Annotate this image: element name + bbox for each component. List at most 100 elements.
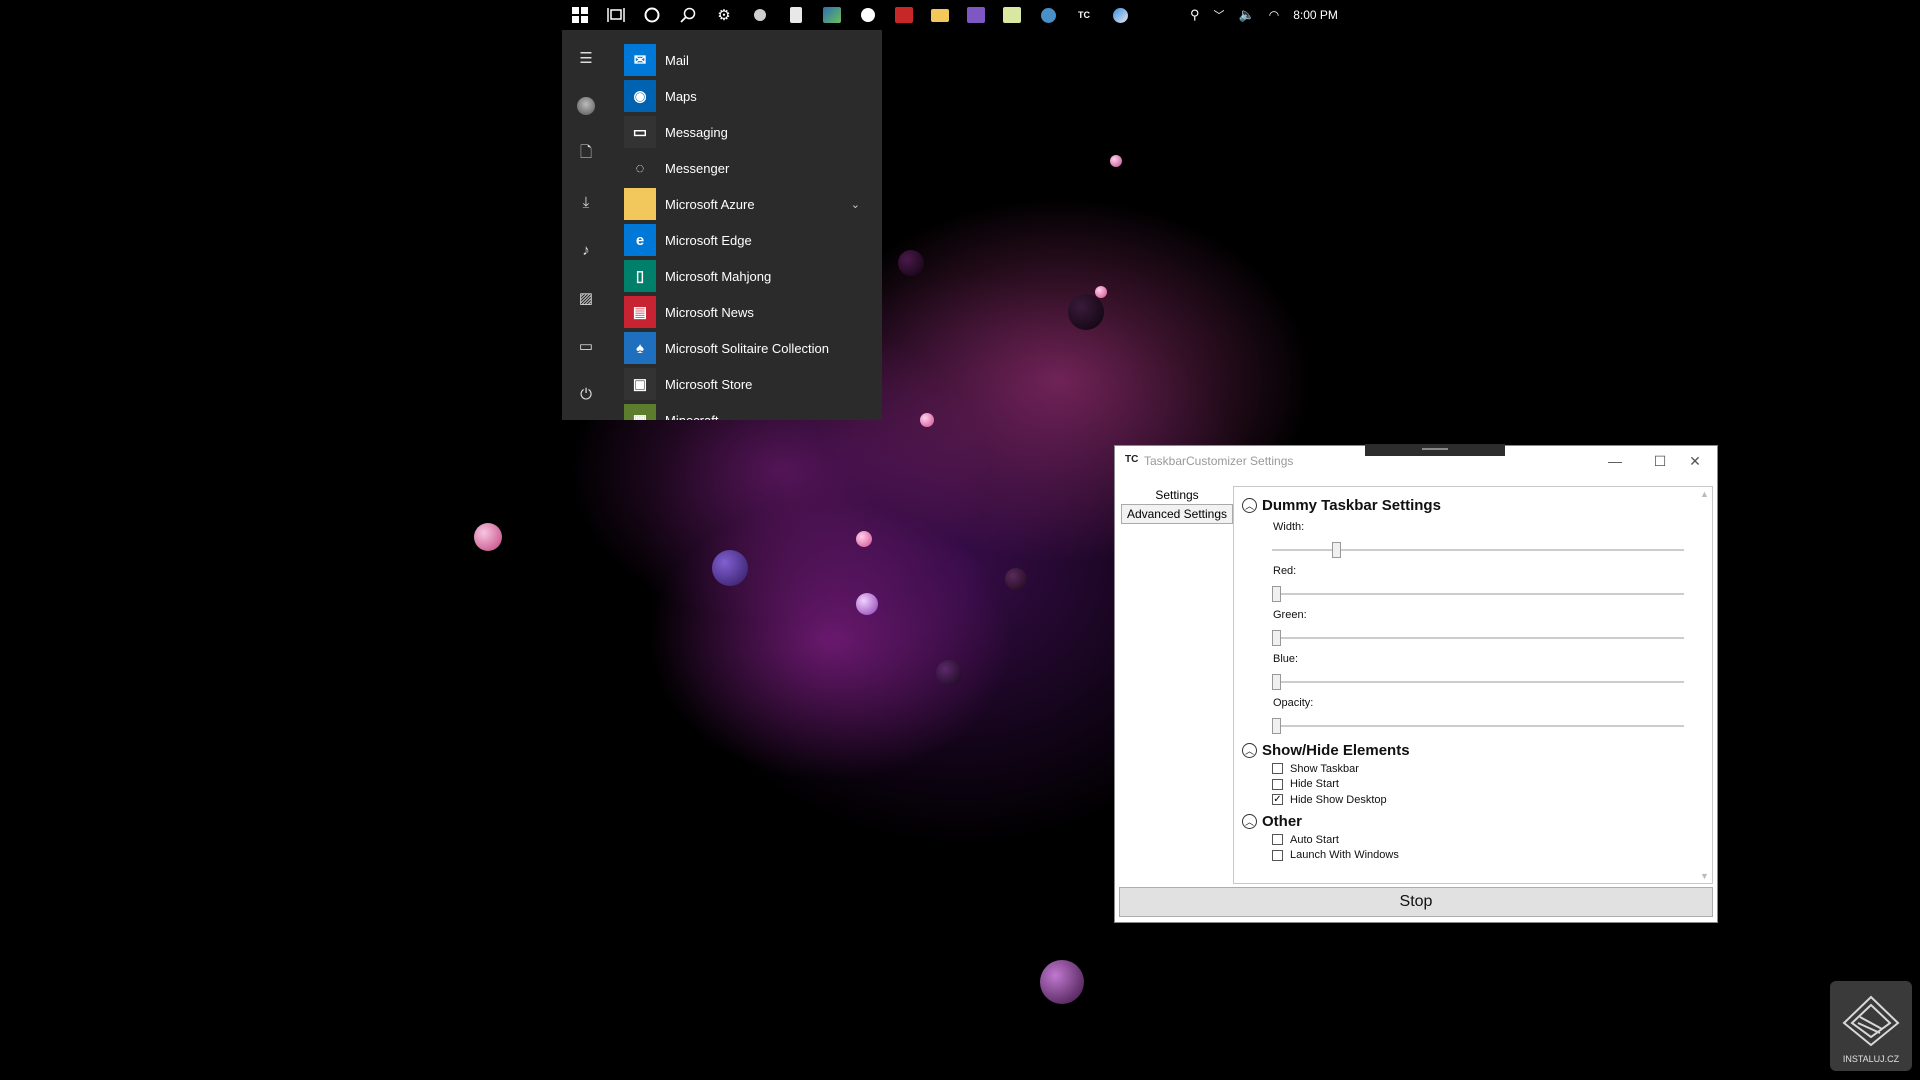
chevron-down-icon[interactable]: ⌄ <box>851 198 860 211</box>
slider-track[interactable] <box>1272 681 1684 683</box>
slider-label: Opacity: <box>1273 697 1314 709</box>
task-view-icon[interactable] <box>598 0 634 30</box>
minimize-button[interactable]: — <box>1595 450 1635 472</box>
start-app-item[interactable]: ▣ Microsoft Store <box>624 366 874 402</box>
app-tile-icon: ▯ <box>624 260 656 292</box>
app-tile-icon: ♠ <box>624 332 656 364</box>
slider[interactable] <box>1272 585 1684 603</box>
volume-icon[interactable]: 🔈 <box>1239 7 1255 23</box>
people-icon[interactable]: ⚲ <box>1190 7 1200 23</box>
checkbox[interactable] <box>1272 763 1283 774</box>
start-app-item[interactable]: ♠ Microsoft Solitaire Collection <box>624 330 874 366</box>
vertical-scrollbar[interactable]: ▲ ▼ <box>1696 487 1712 883</box>
slider-track[interactable] <box>1272 637 1684 639</box>
cortana-icon[interactable] <box>634 0 670 30</box>
slider-thumb[interactable] <box>1272 674 1281 690</box>
title-bar[interactable]: TC TaskbarCustomizer Settings — ☐ ✕ <box>1115 446 1717 476</box>
checkbox-label: Show Taskbar <box>1290 762 1359 775</box>
app-icon[interactable] <box>814 0 850 30</box>
app-icon[interactable] <box>742 0 778 30</box>
app-icon[interactable] <box>778 0 814 30</box>
maximize-button[interactable]: ☐ <box>1640 450 1680 472</box>
app-tile-icon: ▣ <box>624 368 656 400</box>
slider[interactable] <box>1272 629 1684 647</box>
app-label: Microsoft Edge <box>665 232 752 248</box>
checkbox-row[interactable]: ✓ Hide Show Desktop <box>1272 792 1387 807</box>
search-icon[interactable] <box>670 0 706 30</box>
user-avatar[interactable] <box>562 88 610 124</box>
app-tile-icon: e <box>624 224 656 256</box>
checkbox-row[interactable]: Auto Start <box>1272 832 1339 847</box>
app-tile-icon: ▦ <box>624 404 656 420</box>
music-icon[interactable]: ♪ <box>562 232 610 268</box>
notepad-icon[interactable] <box>994 0 1030 30</box>
slider[interactable] <box>1272 673 1684 691</box>
checkbox-label: Launch With Windows <box>1290 849 1399 861</box>
section-show-hide-elements: ︿ Show/Hide Elements <box>1242 742 1410 759</box>
settings-gear-icon[interactable]: ⚙ <box>706 0 742 30</box>
slider-thumb[interactable] <box>1272 586 1281 602</box>
documents-icon[interactable]: 🗋 <box>562 136 610 172</box>
collapse-icon[interactable]: ︿ <box>1242 498 1257 513</box>
steam-icon[interactable] <box>1030 0 1066 30</box>
checkbox-row[interactable]: Hide Start <box>1272 777 1339 792</box>
start-app-item[interactable]: ◌ Messenger <box>624 150 874 186</box>
start-menu-rail: ☰ 🗋 ⤓ ♪ ▨ ▭ ⏻ <box>562 30 610 420</box>
clock[interactable]: 8:00 PM <box>1293 8 1338 22</box>
start-app-item[interactable]: Microsoft Azure ⌄ <box>624 186 874 222</box>
section-other: ︿ Other <box>1242 813 1302 830</box>
start-app-item[interactable]: ✉ Mail <box>624 42 874 78</box>
app-icon[interactable] <box>1102 0 1138 30</box>
videos-icon[interactable]: ▭ <box>562 328 610 364</box>
start-app-item[interactable]: ▦ Minecraft <box>624 402 874 420</box>
checkbox[interactable] <box>1272 834 1283 845</box>
app-tile-icon: ✉ <box>624 44 656 76</box>
checkbox[interactable] <box>1272 778 1283 790</box>
start-app-item[interactable]: ▤ Microsoft News <box>624 294 874 330</box>
app-icon[interactable] <box>886 0 922 30</box>
pictures-icon[interactable]: ▨ <box>562 280 610 316</box>
scroll-up-icon[interactable]: ▲ <box>1700 489 1709 499</box>
hamburger-menu-icon[interactable]: ☰ <box>562 40 610 76</box>
stop-button[interactable]: Stop <box>1119 887 1713 917</box>
wifi-icon[interactable]: ◠ <box>1269 8 1279 22</box>
start-app-item[interactable]: e Microsoft Edge <box>624 222 874 258</box>
start-app-item[interactable]: ▯ Microsoft Mahjong <box>624 258 874 294</box>
chevron-up-icon[interactable]: ﹀ <box>1214 7 1225 23</box>
app-label: Mail <box>665 52 689 68</box>
checkbox[interactable]: ✓ <box>1272 794 1283 805</box>
checkbox-row[interactable]: Launch With Windows <box>1272 848 1399 863</box>
taskbar-customizer-icon[interactable]: TC <box>1066 0 1102 30</box>
windows-start-icon[interactable] <box>562 0 598 30</box>
checkbox[interactable] <box>1272 849 1283 861</box>
taskbar: ⚙ TC <box>562 0 1728 30</box>
collapse-icon[interactable]: ︿ <box>1242 743 1257 758</box>
app-tile-icon: ◌ <box>624 152 656 184</box>
tab-settings[interactable]: Settings <box>1121 486 1233 504</box>
slider-thumb[interactable] <box>1332 542 1341 558</box>
section-dummy-taskbar-settings: ︿ Dummy Taskbar Settings <box>1242 497 1441 514</box>
slider-thumb[interactable] <box>1272 630 1281 646</box>
start-app-item[interactable]: ◉ Maps <box>624 78 874 114</box>
start-app-item[interactable]: ▭ Messaging <box>624 114 874 150</box>
app-label: Minecraft <box>665 412 719 421</box>
app-icon[interactable] <box>850 0 886 30</box>
checkbox-row[interactable]: Show Taskbar <box>1272 761 1359 776</box>
collapse-icon[interactable]: ︿ <box>1242 814 1257 829</box>
slider[interactable] <box>1272 541 1684 559</box>
close-button[interactable]: ✕ <box>1675 450 1715 472</box>
slider-thumb[interactable] <box>1272 718 1281 734</box>
power-icon[interactable]: ⏻ <box>562 376 610 412</box>
system-tray: ⚲ ﹀ 🔈 ◠ 8:00 PM <box>1190 0 1338 30</box>
slider-track[interactable] <box>1272 725 1684 727</box>
visual-studio-icon[interactable] <box>958 0 994 30</box>
app-list: ✉ Mail ◉ Maps ▭ Messaging ◌ Messenger Microsoft … <box>624 42 874 420</box>
scroll-down-icon[interactable]: ▼ <box>1700 871 1709 881</box>
slider[interactable] <box>1272 717 1684 735</box>
file-explorer-icon[interactable] <box>922 0 958 30</box>
app-label: Microsoft News <box>665 304 754 320</box>
tab-advanced-settings[interactable]: Advanced Settings <box>1121 504 1233 524</box>
slider-track[interactable] <box>1272 593 1684 595</box>
downloads-icon[interactable]: ⤓ <box>562 184 610 220</box>
app-label: Maps <box>665 88 697 104</box>
